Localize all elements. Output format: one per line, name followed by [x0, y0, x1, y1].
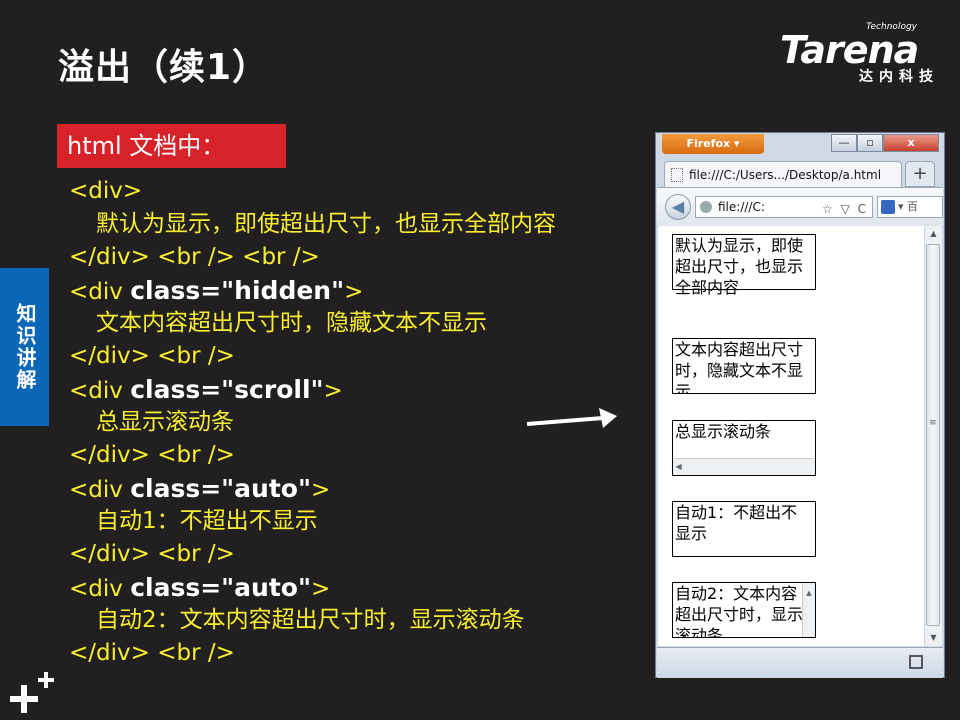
div-auto-box-2[interactable]: 自动2：文本内容超出尺寸时，显示滚动条 ▲ — [672, 582, 816, 638]
code-line: 默认为显示，即使超出尺寸，也显示全部内容 — [96, 211, 556, 237]
code-class-attr: class="hidden" — [130, 276, 345, 305]
close-button[interactable]: x — [883, 134, 939, 152]
code-line: </div> <br /> — [69, 442, 235, 468]
code-line: 文本内容超出尺寸时，隐藏文本不显示 — [96, 310, 487, 336]
code-line: <div class="scroll"> — [69, 373, 556, 406]
code-tag-close: > — [323, 378, 343, 404]
horizontal-scrollbar[interactable]: ◀ — [673, 458, 815, 475]
vertical-scrollbar[interactable]: ▲ — [802, 583, 815, 637]
status-bar — [657, 647, 943, 678]
scroll-thumb[interactable] — [926, 244, 940, 626]
search-text: ▾ 百 — [898, 200, 919, 213]
slide-title: 溢出（续1） — [58, 47, 270, 88]
code-line: </div> <br /> — [69, 541, 235, 567]
addon-bar-icon[interactable] — [909, 655, 923, 669]
page-scrollbar[interactable]: ▲ ≡ ▼ — [924, 226, 942, 646]
code-line: </div> <br /> — [69, 343, 235, 369]
page-content: 默认为显示，即使超出尺寸，也显示全部内容 文本内容超出尺寸时，隐藏文本不显示 总… — [658, 226, 924, 646]
url-input[interactable]: file:///C: ☆ ▽ C — [695, 196, 873, 218]
browser-tab[interactable]: file:///C:/Users.../Desktop/a.html — [664, 161, 902, 187]
minimize-button[interactable]: — — [831, 134, 857, 152]
code-line: </div> <br /> — [69, 640, 235, 666]
code-tag-open: <div — [69, 378, 131, 404]
arrow-right-icon — [526, 408, 617, 428]
side-tab-knowledge: 知识讲解 — [0, 268, 49, 426]
url-bar-actions[interactable]: ☆ ▽ C — [822, 199, 868, 217]
code-tag-open: <div — [69, 279, 131, 305]
new-tab-button[interactable]: + — [905, 161, 935, 187]
grip-icon: ≡ — [929, 418, 937, 428]
code-listing: <div> 默认为显示，即使超出尺寸，也显示全部内容 </div> <br />… — [69, 175, 556, 670]
code-line: <div class="hidden"> — [69, 274, 556, 307]
section-label: html 文档中： — [57, 124, 286, 168]
scroll-down-icon[interactable]: ▼ — [925, 630, 942, 646]
code-line: <div class="auto"> — [69, 571, 556, 604]
navigation-toolbar: ◀ file:///C: ☆ ▽ C ▾ 百 — [657, 187, 943, 227]
tab-title: file:///C:/Users.../Desktop/a.html — [689, 168, 882, 182]
tarena-logo: Technology Tarena 达内科技 — [780, 22, 945, 85]
code-tag-close: > — [311, 576, 331, 602]
code-class-attr: class="scroll" — [130, 375, 324, 404]
div-hidden-box: 文本内容超出尺寸时，隐藏文本不显示 — [672, 338, 816, 394]
div-scroll-text: 总显示滚动条 — [675, 422, 772, 441]
code-line: <div class="auto"> — [69, 472, 556, 505]
code-line: 总显示滚动条 — [96, 409, 234, 435]
logo-chinese-text: 达内科技 — [859, 69, 939, 85]
div-scroll-box[interactable]: 总显示滚动条 ◀ — [672, 420, 816, 476]
plus-decoration-icon — [6, 668, 54, 720]
div-default-box: 默认为显示，即使超出尺寸，也显示全部内容 — [672, 234, 816, 297]
scroll-up-icon[interactable]: ▲ — [925, 226, 942, 242]
code-class-attr: class="auto" — [130, 474, 311, 503]
maximize-button[interactable]: ▫ — [857, 134, 883, 152]
code-tag-close: > — [311, 477, 331, 503]
back-arrow-icon[interactable]: ◀ — [665, 194, 691, 220]
url-text: file:///C: — [718, 200, 765, 214]
code-line: 自动1：不超出不显示 — [96, 508, 318, 534]
search-input[interactable]: ▾ 百 — [877, 196, 943, 218]
code-line: 自动2：文本内容超出尺寸时，显示滚动条 — [96, 607, 525, 633]
code-tag-open: <div — [69, 477, 131, 503]
code-line: <div> — [69, 178, 143, 204]
code-tag-open: <div — [69, 576, 131, 602]
code-tag-close: > — [344, 279, 364, 305]
search-engine-icon — [881, 200, 895, 214]
div-auto-2-text: 自动2：文本内容超出尺寸时，显示滚动条 — [675, 584, 804, 638]
firefox-window: Firefox ▾ — ▫ x file:///C:/Users.../Desk… — [655, 132, 945, 678]
firefox-menu-button[interactable]: Firefox ▾ — [662, 134, 764, 154]
page-icon — [671, 168, 683, 182]
div-auto-box-1: 自动1：不超出不显示 — [672, 501, 816, 557]
code-line: </div> <br /> <br /> — [69, 244, 320, 270]
globe-icon — [700, 201, 712, 213]
code-class-attr: class="auto" — [130, 573, 311, 602]
